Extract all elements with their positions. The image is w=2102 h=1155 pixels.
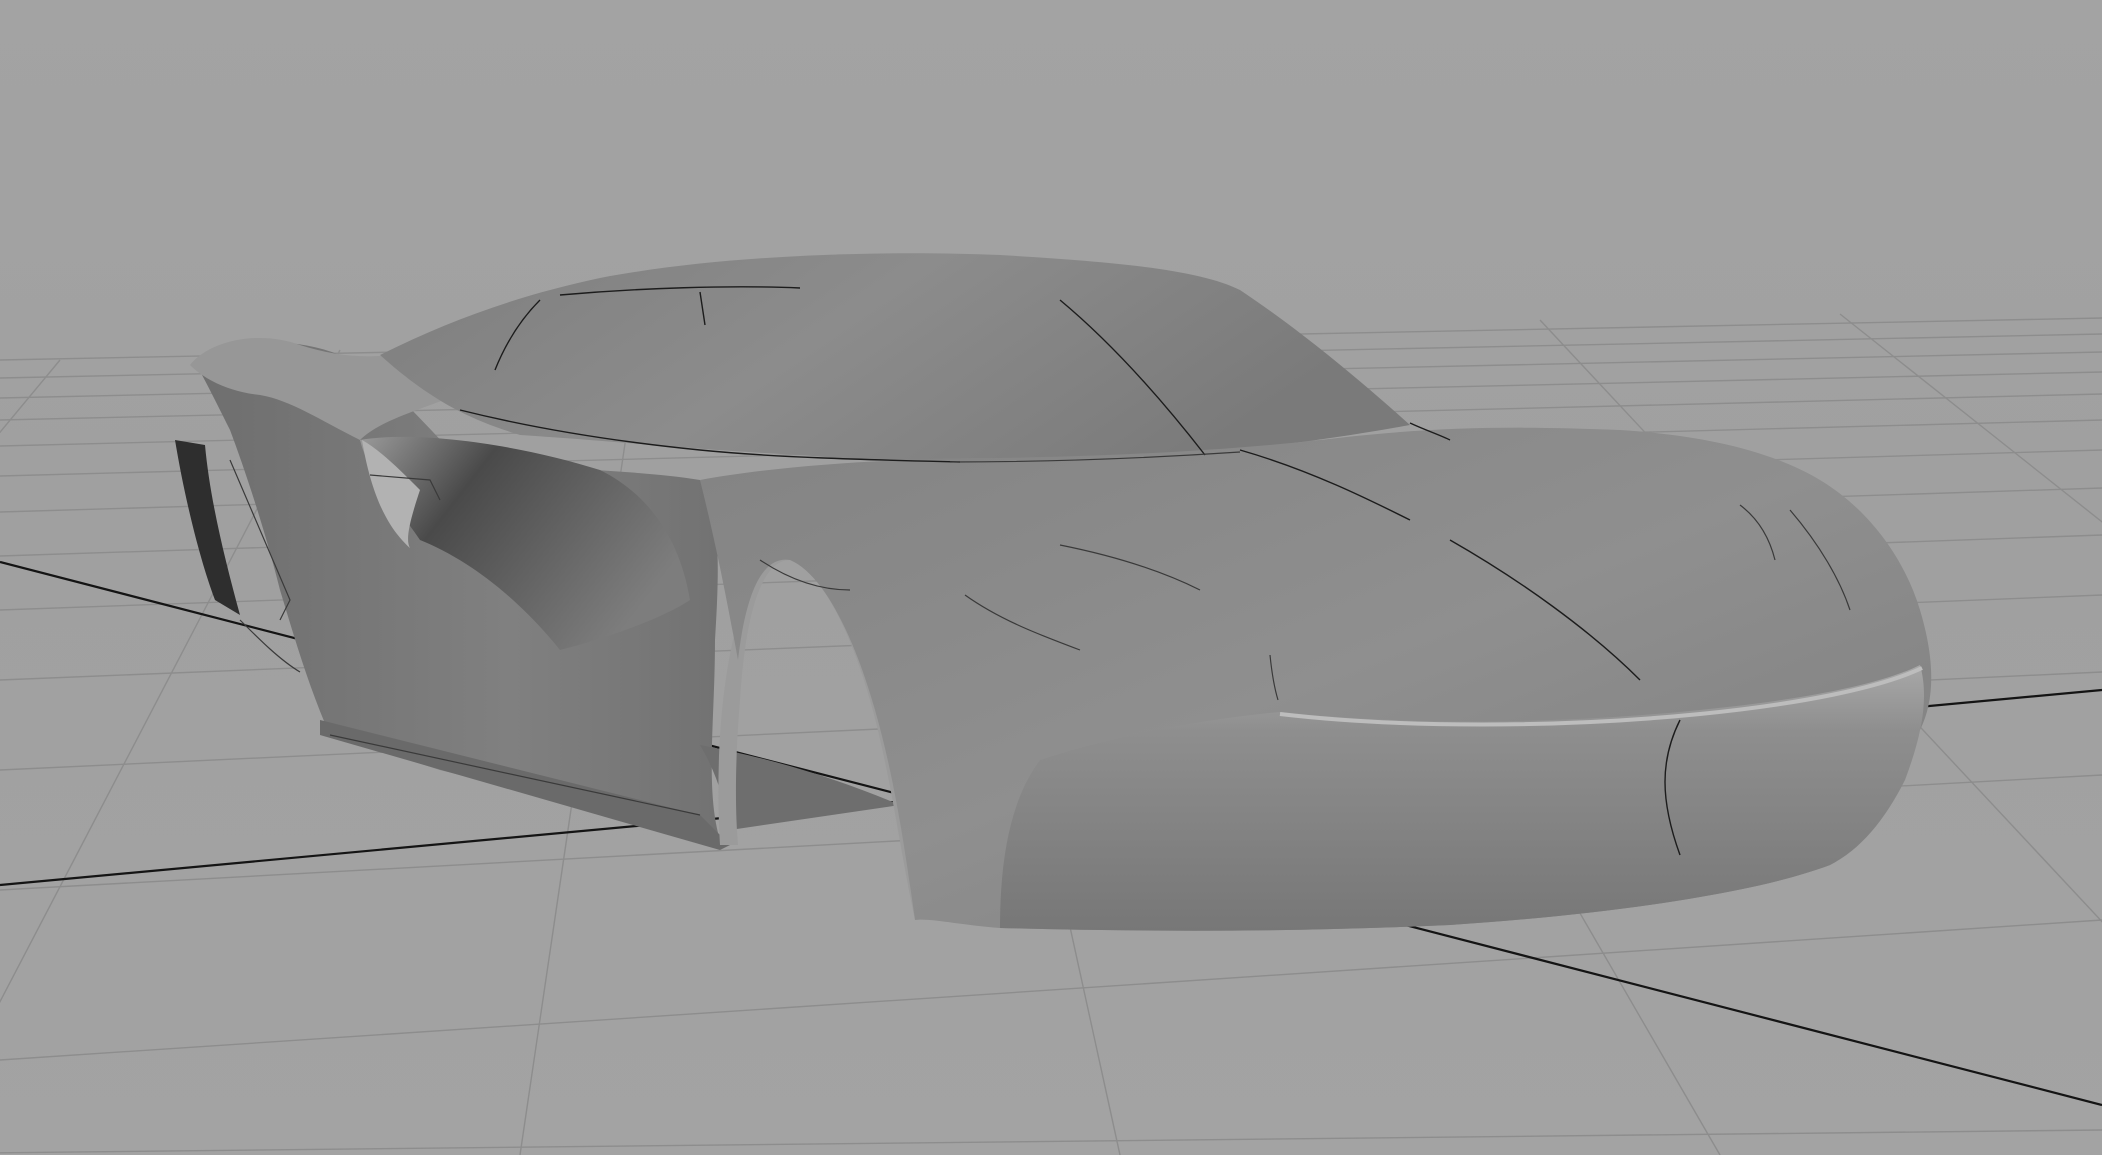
viewport-scene[interactable] bbox=[0, 0, 2102, 1155]
cabin-canopy bbox=[380, 253, 1410, 463]
3d-viewport[interactable] bbox=[0, 0, 2102, 1155]
rear-wheel-arch-inner bbox=[175, 440, 240, 615]
car-model[interactable] bbox=[175, 253, 1932, 931]
